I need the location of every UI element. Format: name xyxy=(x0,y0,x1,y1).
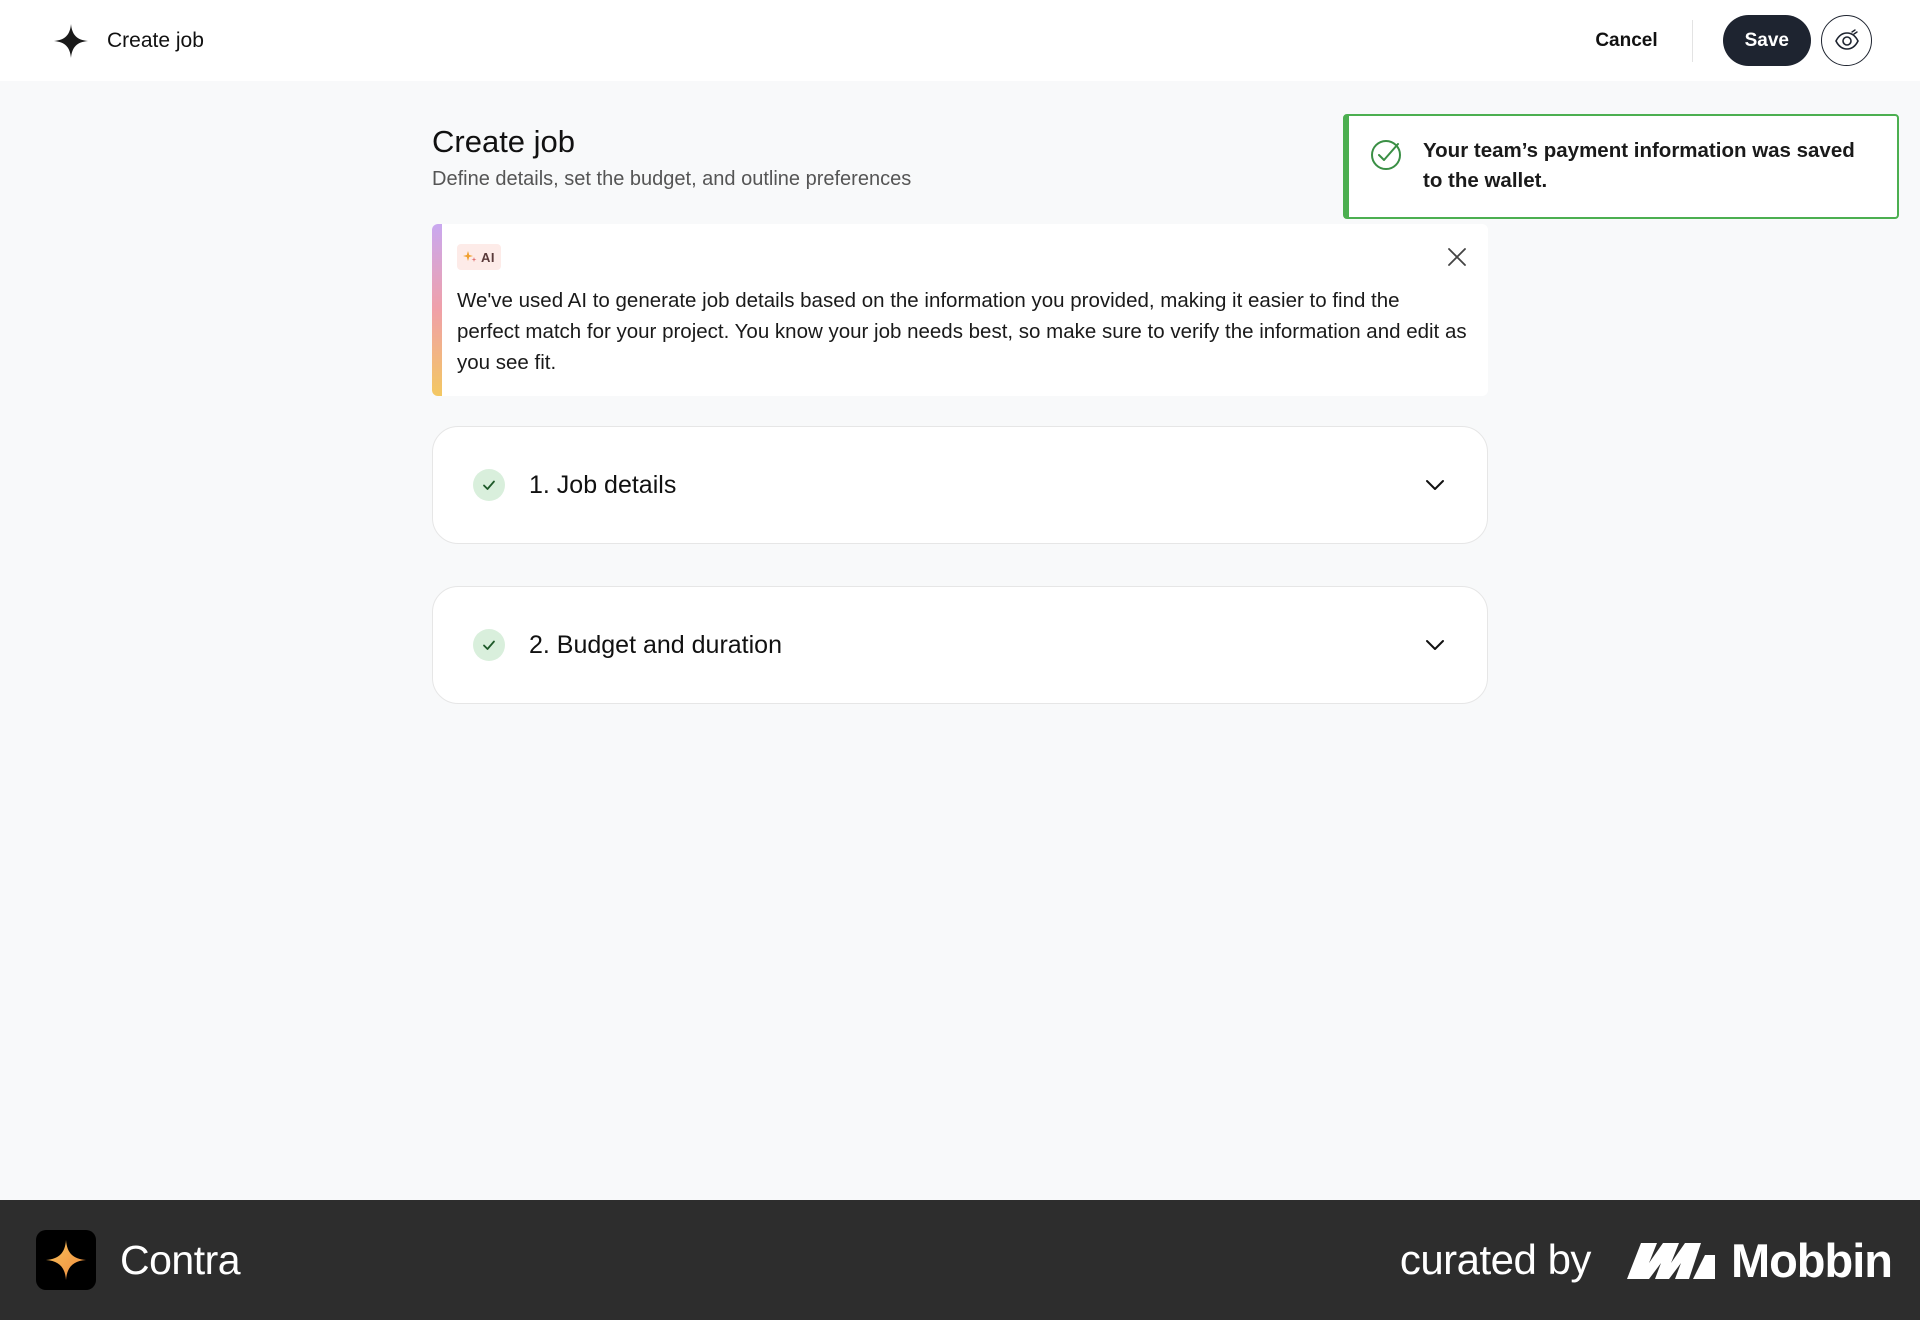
chevron-down-icon[interactable] xyxy=(1425,479,1445,491)
section-label: 2. Budget and duration xyxy=(529,630,782,659)
save-button[interactable]: Save xyxy=(1722,15,1811,66)
app-title: Create job xyxy=(107,28,204,52)
chevron-down-icon[interactable] xyxy=(1425,639,1445,651)
curated-by-text: curated by xyxy=(1399,1236,1592,1283)
page-title: Create job xyxy=(432,124,576,159)
ai-badge: AI xyxy=(457,244,501,270)
brand-name: Contra xyxy=(120,1236,241,1283)
ai-gradient-stripe xyxy=(432,224,442,396)
top-bar: Create job Cancel Save xyxy=(0,0,1920,81)
section-label: 1. Job details xyxy=(529,470,677,499)
close-icon[interactable] xyxy=(1442,242,1472,272)
success-toast: Your team’s payment information was save… xyxy=(1343,114,1899,219)
mobbin-mark-icon xyxy=(1626,1243,1715,1279)
mobbin-logo: Mobbin xyxy=(1626,1233,1893,1288)
cancel-button[interactable]: Cancel xyxy=(1579,20,1673,62)
ai-notice-text: We've used AI to generate job details ba… xyxy=(457,289,1467,374)
check-icon xyxy=(473,469,505,501)
section-job-details[interactable]: 1. Job details xyxy=(432,426,1488,544)
contra-app-icon xyxy=(36,1230,96,1290)
ai-badge-label: AI xyxy=(481,249,495,265)
section-budget-duration[interactable]: 2. Budget and duration xyxy=(432,586,1488,704)
check-circle-icon xyxy=(1371,140,1401,170)
toast-message: Your team’s payment information was save… xyxy=(1423,139,1855,192)
divider xyxy=(1691,19,1693,62)
page-subtitle: Define details, set the budget, and outl… xyxy=(432,168,912,190)
sparkle-icon xyxy=(463,251,477,262)
footer-bar: Contra curated by Mobbin xyxy=(0,1200,1920,1320)
ai-notice-card: AI We've used AI to generate job details… xyxy=(432,224,1488,396)
contra-logo-icon[interactable] xyxy=(54,23,88,58)
eye-icon xyxy=(1834,28,1859,50)
curator-name: Mobbin xyxy=(1730,1233,1893,1287)
main-content: Create job Define details, set the budge… xyxy=(432,120,1488,704)
header-actions: Cancel Save xyxy=(1579,15,1872,66)
check-icon xyxy=(473,629,505,661)
preview-button[interactable] xyxy=(1821,15,1872,66)
